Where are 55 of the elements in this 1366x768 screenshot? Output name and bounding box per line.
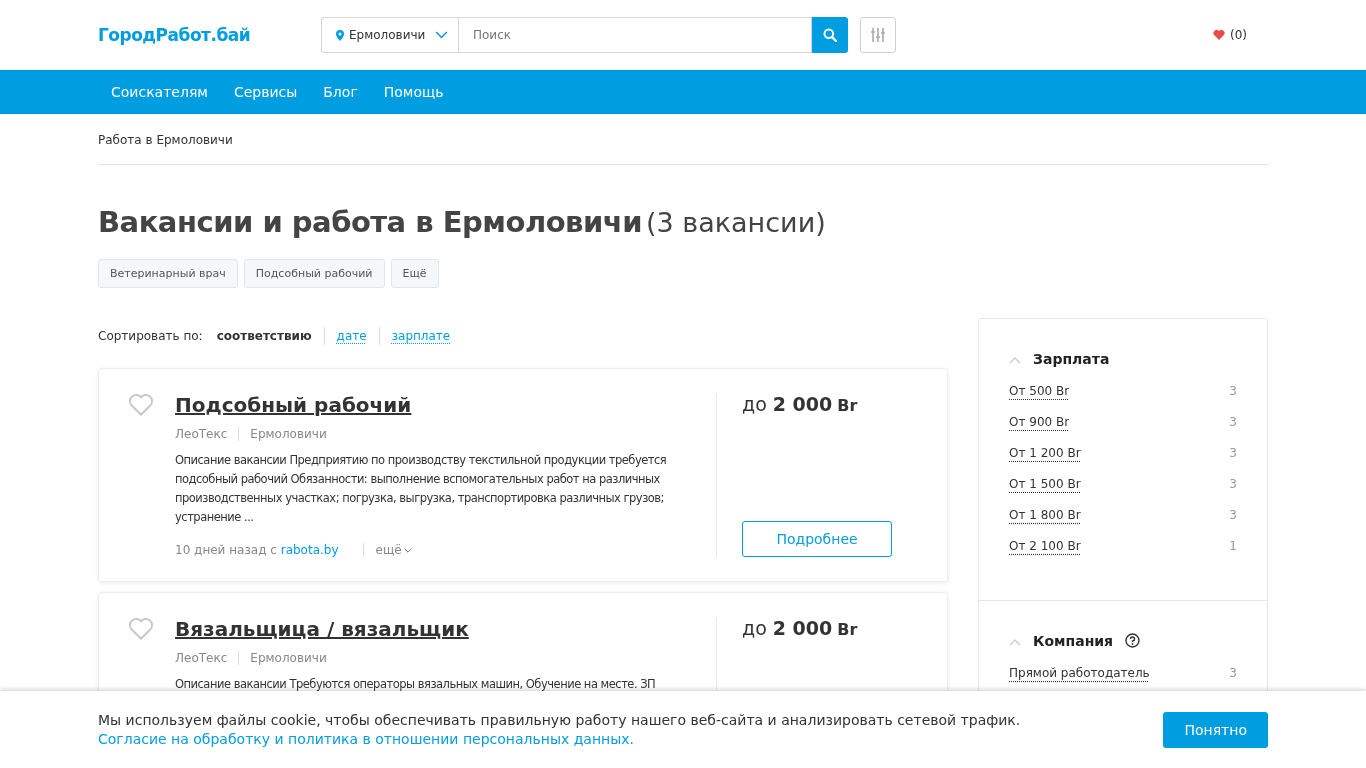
chevron-down-icon	[435, 31, 448, 39]
filter-title[interactable]: Зарплата	[1033, 350, 1110, 367]
posted-age: 10 дней назад с rabota.by	[175, 543, 340, 557]
filter-button[interactable]	[860, 17, 896, 53]
vacancy-description: Описание вакансии Предприятию по производству текстильной продукции требуется подсобный рабочий Обязанности: выполнение вспомогательных работ на различных производственных участках; погрузка, выгрузка, транспортировка различных грузов; устранение ...	[175, 452, 668, 526]
vacancy-city: Ермоловичи	[238, 651, 338, 665]
page-title: Вакансии и работа в Ермоловичи	[98, 205, 642, 239]
chevron-up-icon	[1009, 639, 1021, 646]
search-field[interactable]: Поиск	[458, 17, 812, 53]
vacancy-title[interactable]: Вязальщица / вязальщик	[175, 617, 692, 641]
filter-option[interactable]: От 900 Br	[1009, 415, 1070, 429]
company-name: ЛеоТекс	[175, 427, 229, 441]
tag-chip[interactable]: Ветеринарный врач	[98, 259, 238, 288]
filter-title[interactable]: Компания	[1033, 632, 1114, 649]
search-icon	[823, 28, 837, 42]
filter-option[interactable]: От 1 800 Br	[1009, 508, 1081, 522]
favorites-link[interactable]: (0)	[1212, 28, 1247, 42]
vacancy-title[interactable]: Подсобный рабочий	[175, 393, 692, 417]
filter-option[interactable]: От 2 100 Br	[1009, 539, 1081, 553]
favorite-button[interactable]	[127, 393, 155, 419]
heart-icon	[1212, 29, 1226, 41]
city-select[interactable]: Ермоловичи	[321, 17, 458, 53]
salary: до 2 000 Br	[742, 393, 859, 415]
chevron-up-icon	[1009, 357, 1021, 364]
heart-icon	[128, 393, 154, 417]
vacancy-city: Ермоловичи	[238, 427, 338, 441]
search-button[interactable]	[812, 17, 848, 53]
vacancy-count: (3 вакансии)	[646, 207, 826, 238]
filter-option[interactable]: От 500 Br	[1009, 384, 1070, 398]
filter-count: 3	[1229, 415, 1237, 431]
filter-count: 3	[1229, 666, 1237, 682]
tag-chip[interactable]: Ещё	[390, 259, 439, 288]
sliders-icon	[871, 27, 885, 43]
filter-count: 3	[1229, 384, 1237, 400]
sort-option[interactable]: соответствию	[216, 327, 324, 345]
filter-count: 3	[1229, 477, 1237, 493]
favorite-button[interactable]	[127, 617, 155, 643]
chevron-down-icon	[403, 547, 412, 553]
filter-option[interactable]: От 1 200 Br	[1009, 446, 1081, 460]
cookie-text: Мы используем файлы cookie, чтобы обеспечивать правильную работу нашего веб-сайта и анализировать сетевой трафик.	[98, 710, 1021, 730]
heart-icon	[128, 617, 154, 641]
salary: до 2 000 Br	[742, 617, 859, 639]
more-link[interactable]: ещё	[362, 543, 412, 557]
company-name: ЛеоТекс	[175, 651, 229, 665]
filter-count: 3	[1229, 446, 1237, 462]
filter-option[interactable]: От 1 500 Br	[1009, 477, 1081, 491]
location-pin-icon	[336, 29, 344, 41]
filter-option[interactable]: Прямой работодатель	[1009, 666, 1150, 680]
filter-count: 3	[1229, 508, 1237, 524]
vacancy-description: Описание вакансии Требуются операторы вязальных машин, Обучение на месте. ЗП	[175, 676, 657, 693]
help-icon	[1125, 633, 1141, 648]
tag-chip[interactable]: Подсобный рабочий	[243, 259, 385, 288]
sort-label: Сортировать по:	[98, 329, 203, 343]
filter-count: 1	[1229, 539, 1237, 555]
breadcrumb-link[interactable]: Работа в Ермоловичи	[98, 133, 233, 147]
